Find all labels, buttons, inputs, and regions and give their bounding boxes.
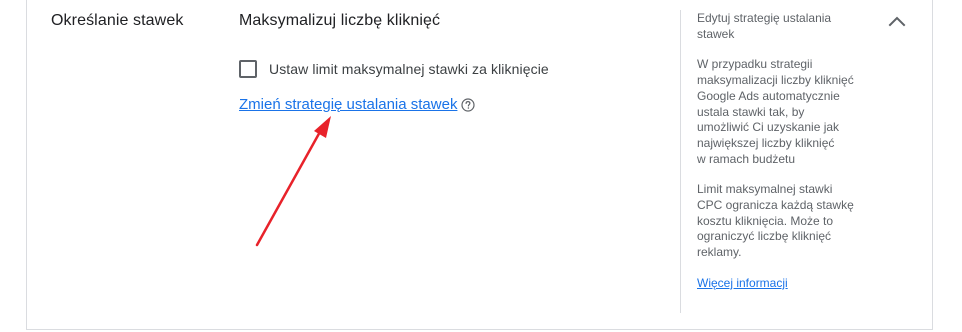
max-cpc-limit-label[interactable]: Ustaw limit maksymalnej stawki za klikni… (269, 61, 549, 77)
change-strategy-link[interactable]: Zmień strategię ustalania stawek (239, 96, 457, 113)
learn-more-link[interactable]: Więcej informacji (697, 276, 788, 290)
side-panel-title: Edytuj strategię ustalania stawek (697, 11, 832, 41)
chevron-up-icon (888, 16, 906, 27)
side-panel-paragraph: Limit maksymalnej stawki CPC ogranicza k… (697, 182, 854, 260)
max-cpc-limit-checkbox[interactable] (239, 60, 257, 78)
change-strategy-row: Zmień strategię ustalania stawek (239, 96, 476, 113)
max-cpc-limit-row: Ustaw limit maksymalnej stawki za klikni… (239, 60, 549, 78)
help-circle-icon[interactable] (461, 97, 476, 112)
section-title: Określanie stawek (51, 12, 184, 29)
strategy-title: Maksymalizuj liczbę kliknięć (239, 12, 441, 29)
side-panel-paragraph: W przypadku strategii maksymalizacji lic… (697, 57, 854, 166)
panel-divider (680, 10, 681, 313)
page: Określanie stawek Maksymalizuj liczbę kl… (0, 0, 962, 332)
help-side-panel: Edytuj strategię ustalania stawek W przy… (697, 11, 872, 292)
collapse-button[interactable] (885, 10, 909, 34)
